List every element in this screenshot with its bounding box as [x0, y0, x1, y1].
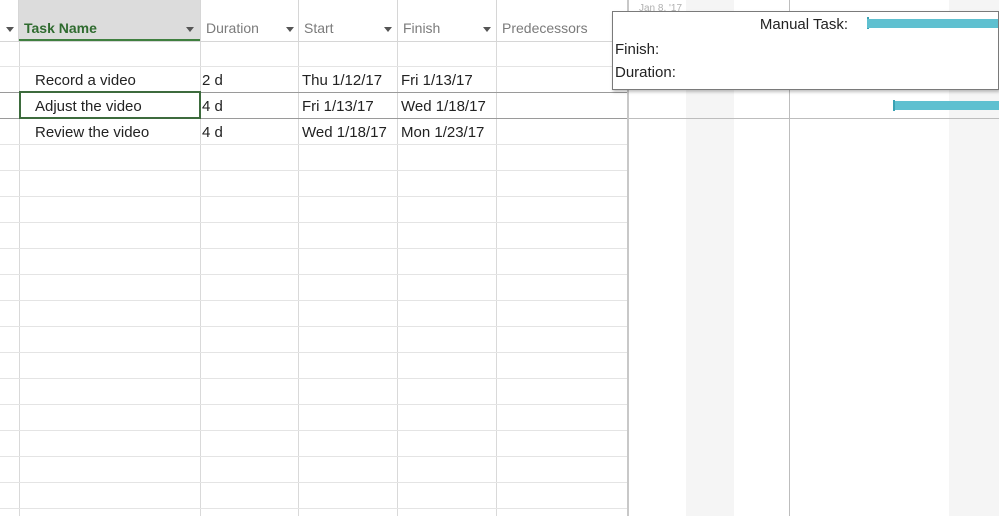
task-name-cell[interactable]: Record a video [35, 72, 136, 89]
column-header-label: Start [304, 20, 334, 36]
table-row[interactable] [0, 41, 627, 67]
start-cell[interactable]: Thu 1/12/17 [302, 72, 382, 89]
row-selector-header[interactable] [0, 0, 19, 41]
table-row[interactable] [0, 457, 627, 483]
finish-cell[interactable]: Mon 1/23/17 [401, 124, 484, 141]
table-row[interactable] [0, 171, 627, 197]
table-row[interactable] [0, 405, 627, 431]
table-row[interactable]: Review the video 4 d Wed 1/18/17 Mon 1/2… [0, 119, 627, 145]
column-header-start[interactable]: Start [299, 0, 398, 41]
finish-cell[interactable]: Wed 1/18/17 [401, 98, 486, 115]
column-header-row: Task Name Duration Start Finish Predeces… [0, 0, 627, 42]
duration-cell[interactable]: 2 d [202, 72, 223, 89]
column-header-task-name[interactable]: Task Name [19, 0, 201, 41]
column-header-label: Duration [206, 20, 259, 36]
table-row[interactable] [0, 275, 627, 301]
column-header-finish[interactable]: Finish [398, 0, 497, 41]
start-cell[interactable]: Fri 1/13/17 [302, 98, 374, 115]
table-row[interactable] [0, 223, 627, 249]
table-row[interactable] [0, 327, 627, 353]
table-row[interactable] [0, 301, 627, 327]
task-sheet: Task Name Duration Start Finish Predeces… [0, 0, 627, 516]
gantt-row-separator [629, 118, 999, 119]
start-cell[interactable]: Wed 1/18/17 [302, 124, 387, 141]
chevron-down-icon[interactable] [286, 27, 294, 32]
column-header-label: Predecessors [502, 20, 588, 36]
finish-cell[interactable]: Fri 1/13/17 [401, 72, 473, 89]
chevron-down-icon[interactable] [384, 27, 392, 32]
column-header-predecessors[interactable]: Predecessors [497, 0, 627, 41]
column-header-label: Task Name [24, 20, 97, 36]
table-row[interactable] [0, 379, 627, 405]
table-row[interactable] [0, 145, 627, 171]
table-row[interactable] [0, 353, 627, 379]
column-header-duration[interactable]: Duration [201, 0, 299, 41]
duration-cell[interactable]: 4 d [202, 98, 223, 115]
task-name-cell[interactable]: Review the video [35, 124, 149, 141]
gantt-bar-start-marker [893, 100, 895, 111]
table-row[interactable] [0, 197, 627, 223]
tooltip-duration-label: Duration: [615, 64, 676, 81]
column-header-label: Finish [403, 20, 441, 36]
tooltip-task-bar-preview [867, 19, 998, 28]
table-row[interactable]: Record a video 2 d Thu 1/12/17 Fri 1/13/… [0, 67, 627, 93]
table-row[interactable] [0, 483, 627, 509]
table-row[interactable] [0, 249, 627, 275]
chevron-down-icon[interactable] [186, 27, 194, 32]
task-info-tooltip: Manual Task: Finish: Duration: [612, 11, 999, 90]
table-row[interactable] [0, 431, 627, 457]
active-cell-outline [19, 91, 201, 119]
duration-cell[interactable]: 4 d [202, 124, 223, 141]
gantt-task-bar[interactable] [895, 101, 999, 110]
tooltip-finish-label: Finish: [615, 41, 660, 58]
chevron-down-icon [6, 27, 14, 32]
chevron-down-icon[interactable] [483, 27, 491, 32]
tooltip-title: Manual Task: [759, 16, 848, 33]
